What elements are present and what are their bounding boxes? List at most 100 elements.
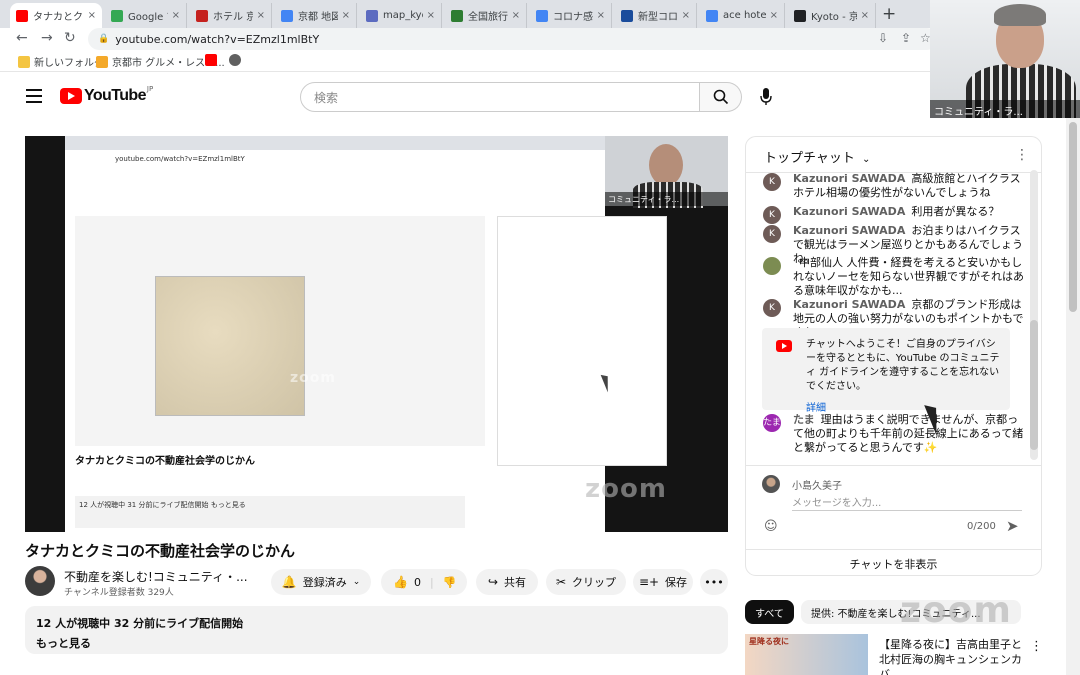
chat-message: 中部仙人 人件費・経費を考えると安いかもしれないノーセを知らない世界観ですがそれ…: [763, 256, 1028, 298]
browser-tab[interactable]: ace hotel ×: [700, 3, 785, 28]
browser-tab[interactable]: ホテル 京都 ×: [190, 3, 272, 28]
chat-message-body: Kazunori SAWADA 高級旅館とハイクラスホテル相場の優劣性がないんでし…: [793, 172, 1028, 200]
close-tab-icon[interactable]: ×: [88, 10, 96, 21]
browser-tab[interactable]: map_kyo ×: [360, 3, 442, 28]
tab-favicon-icon: [621, 9, 633, 22]
browser-tab[interactable]: コロナ感染 ×: [530, 3, 612, 28]
nested-webcam-name: コミュニティ・ラ...: [605, 192, 728, 206]
youtube-play-icon: [60, 88, 82, 104]
more-vert-icon[interactable]: ⋮: [1015, 147, 1029, 163]
browser-tab[interactable]: 京都 地図 ×: [275, 3, 357, 28]
tab-label: コロナ感染: [553, 12, 593, 23]
channel-avatar[interactable]: [25, 566, 55, 596]
search-input[interactable]: 検索: [300, 82, 700, 112]
channel-name[interactable]: 不動産を楽しむ!コミュニティ・...: [64, 568, 248, 585]
zoom-watermark-large: zoom: [585, 474, 667, 504]
chat-message-text: 理由はうまく説明できませんが、京都って他の町よりも千年前の延長線上にあるって緒と…: [793, 413, 1024, 454]
bell-icon: 🔔: [281, 575, 297, 589]
microphone-icon[interactable]: [760, 88, 772, 110]
subscribe-button[interactable]: 🔔 登録済み ⌄: [271, 569, 371, 595]
shared-screen: youtube.com/watch?v=EZmzl1mlBtY タナカとクミコの…: [65, 136, 667, 532]
chat-message-text: 中部仙人 人件費・経費を考えると安いかもしれないノーセを知らない世界観ですがそれ…: [793, 256, 1024, 297]
like-icon[interactable]: 👍: [393, 575, 408, 589]
notice-learn-more[interactable]: 詳細: [806, 402, 1000, 416]
send-icon[interactable]: ➤: [1006, 517, 1019, 535]
close-tab-icon[interactable]: ×: [427, 10, 435, 21]
forward-icon[interactable]: →: [41, 30, 53, 46]
browser-toolbar: ← → ↻ 🔒 youtube.com/watch?v=EZmzl1mlBtY …: [0, 28, 1080, 50]
tab-favicon-icon: [451, 9, 463, 22]
chat-message-text: 利用者が異なる？: [911, 205, 1000, 218]
address-bar[interactable]: 🔒 youtube.com/watch?v=EZmzl1mlBtY: [88, 28, 938, 50]
close-tab-icon[interactable]: ×: [342, 10, 350, 21]
emoji-icon[interactable]: ☺: [764, 519, 778, 534]
tab-favicon-icon: [281, 9, 293, 22]
bookmark-youtube[interactable]: [205, 54, 221, 66]
close-tab-icon[interactable]: ×: [861, 10, 869, 21]
close-tab-icon[interactable]: ×: [172, 10, 180, 21]
shared-chat: [497, 216, 667, 466]
close-tab-icon[interactable]: ×: [682, 10, 690, 21]
more-actions-button[interactable]: •••: [700, 569, 728, 595]
close-tab-icon[interactable]: ×: [770, 10, 778, 21]
close-tab-icon[interactable]: ×: [597, 10, 605, 21]
close-tab-icon[interactable]: ×: [512, 10, 520, 21]
save-button[interactable]: ≡+ 保存: [633, 569, 693, 595]
search-button[interactable]: [700, 82, 742, 112]
browser-tab[interactable]: Google マ ×: [105, 3, 187, 28]
share-button[interactable]: ↪ 共有: [476, 569, 538, 595]
shared-nested-video: [75, 216, 485, 446]
chat-mode-label: トップチャット: [764, 151, 855, 166]
page-scrollbar[interactable]: [1066, 118, 1080, 675]
tab-favicon-icon: [111, 9, 123, 22]
browser-tab[interactable]: Kyoto - 京 ×: [788, 3, 876, 28]
video-player[interactable]: youtube.com/watch?v=EZmzl1mlBtY タナカとクミコの…: [25, 136, 728, 532]
chat-welcome-notice: チャットへようこそ！ご自身のプライバシーを守るとともに、YouTube のコミュ…: [762, 328, 1010, 414]
chat-scrollbar[interactable]: [1030, 170, 1038, 460]
zoom-watermark: zoom: [290, 370, 336, 386]
bookmark-label: 新しいフォルダ: [34, 58, 104, 69]
back-icon[interactable]: ←: [16, 30, 28, 46]
hide-chat-button[interactable]: チャットを非表示: [746, 549, 1041, 576]
chat-message-body: 中部仙人 人件費・経費を考えると安いかもしれないノーセを知らない世界観ですがそれ…: [793, 256, 1028, 298]
browser-tab[interactable]: 全国旅行 ×: [445, 3, 527, 28]
tab-label: ace hotel: [723, 10, 766, 21]
chat-header[interactable]: トップチャット ⌄ ⋮: [746, 137, 1041, 173]
chat-author-name: Kazunori SAWADA: [793, 224, 906, 237]
browser-tab[interactable]: 新型コロナ ×: [615, 3, 697, 28]
tab-label: 新型コロナ: [638, 12, 678, 23]
new-tab-button[interactable]: +: [882, 4, 896, 24]
reload-icon[interactable]: ↻: [64, 30, 76, 46]
chevron-down-icon: ⌄: [862, 154, 871, 165]
show-more-link[interactable]: もっと見る: [36, 635, 717, 651]
chat-author-avatar: K: [763, 206, 781, 224]
globe-icon: [229, 54, 241, 66]
bookmark-folder[interactable]: 新しいフォルダ: [18, 54, 104, 69]
chat-message: たま たま 理由はうまく説明できませんが、京都って他の町よりも千年前の延長線上にある…: [763, 413, 1028, 455]
like-count: 0: [413, 575, 421, 589]
close-tab-icon[interactable]: ×: [257, 10, 265, 21]
chip-all[interactable]: すべて: [745, 600, 794, 624]
more-vert-icon[interactable]: ⋮: [1030, 639, 1043, 654]
char-counter: 0/200: [967, 521, 996, 532]
clip-button[interactable]: ✂ クリップ: [546, 569, 626, 595]
search-icon: [713, 89, 728, 105]
bookmark-globe[interactable]: [229, 54, 245, 66]
logo-wordmark: YouTube: [84, 87, 146, 104]
share-icon[interactable]: ⇪: [901, 31, 911, 45]
dislike-icon[interactable]: 👎: [443, 576, 457, 589]
browser-tab[interactable]: タナカとクミコ ×: [10, 3, 102, 28]
chat-message-body: たま 理由はうまく説明できませんが、京都って他の町よりも千年前の延長線上にあるって…: [793, 413, 1028, 455]
share-label: 共有: [504, 576, 527, 589]
subscribe-label: 登録済み: [302, 576, 347, 589]
youtube-logo[interactable]: YouTube JP: [60, 85, 153, 105]
recommendation-title[interactable]: 【星降る夜に】吉高由里子と北村匠海の胸キュンシェンカバ...: [879, 637, 1029, 675]
description-box[interactable]: 12 人が視聴中 32 分前にライブ配信開始 もっと見る: [25, 606, 728, 654]
menu-icon[interactable]: [26, 89, 42, 107]
browser-tab-strip: タナカとクミコ×Google マ×ホテル 京都×京都 地図×map_kyo×全国…: [0, 0, 1080, 28]
install-icon[interactable]: ⇩: [878, 31, 888, 45]
tab-label: 全国旅行: [468, 12, 508, 23]
webcam-overlay: コミュニティ・ラ...: [930, 0, 1080, 118]
recommendation-thumbnail[interactable]: 星降る夜に: [745, 634, 868, 675]
chat-message-input[interactable]: メッセージを入力...: [792, 491, 1022, 511]
